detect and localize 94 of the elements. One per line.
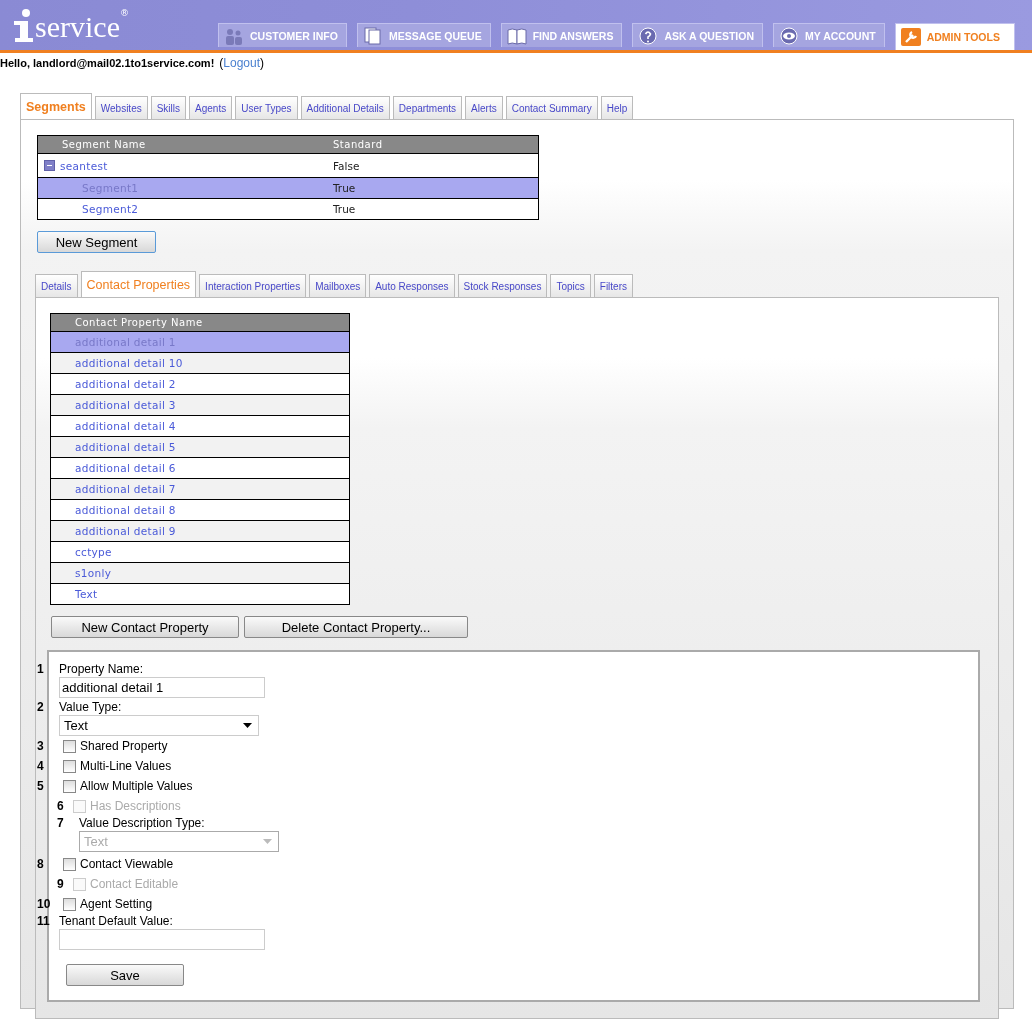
standard-value: False bbox=[333, 159, 360, 172]
book-icon bbox=[506, 26, 527, 45]
field-label: Property Name: bbox=[59, 662, 145, 677]
segment-name: Segment2 bbox=[82, 203, 139, 215]
input-field[interactable]: additional detail 1 bbox=[59, 677, 265, 698]
segment-row[interactable]: seantest False bbox=[38, 154, 538, 177]
segment-name: seantest bbox=[60, 159, 108, 172]
property-row[interactable]: additional detail 10 bbox=[51, 352, 349, 373]
property-name: additional detail 6 bbox=[75, 462, 176, 474]
step-number: 9 bbox=[56, 876, 65, 891]
paren-text: ) bbox=[260, 56, 264, 70]
tab[interactable]: Help bbox=[600, 96, 634, 119]
property-name: additional detail 4 bbox=[75, 420, 176, 432]
checkbox-label: Shared Property bbox=[80, 739, 168, 753]
step-number: 1 bbox=[36, 662, 45, 676]
people-icon bbox=[224, 26, 244, 45]
pages-icon bbox=[362, 26, 383, 45]
tab[interactable]: Mailboxes bbox=[309, 274, 367, 297]
save-button[interactable]: Save bbox=[66, 964, 184, 986]
delete-property-button[interactable]: Delete Contact Property... bbox=[244, 616, 468, 638]
checkbox-label: Has Descriptions bbox=[90, 799, 181, 813]
property-name: additional detail 2 bbox=[75, 378, 176, 390]
property-name: additional detail 8 bbox=[75, 504, 176, 516]
column-header: Standard bbox=[333, 139, 383, 150]
property-row[interactable]: additional detail 9 bbox=[51, 520, 349, 541]
logo-icon bbox=[12, 8, 34, 42]
step-number: 8 bbox=[36, 856, 45, 871]
select-field[interactable]: Text bbox=[59, 715, 259, 736]
tab[interactable]: Agents bbox=[189, 96, 233, 119]
wrench-icon bbox=[900, 28, 921, 46]
tab[interactable]: User Types bbox=[235, 96, 298, 119]
step-number: 5 bbox=[36, 778, 45, 793]
new-segment-button[interactable]: New Segment bbox=[37, 231, 156, 253]
property-name: additional detail 9 bbox=[75, 525, 176, 537]
column-header: Contact Property Name bbox=[74, 317, 204, 328]
dropdown-caret-icon bbox=[263, 839, 272, 844]
property-name: additional detail 3 bbox=[75, 399, 176, 411]
checkbox-label: Contact Editable bbox=[90, 877, 179, 891]
step-number: 3 bbox=[36, 738, 45, 753]
checkbox[interactable] bbox=[63, 739, 76, 753]
property-row[interactable]: additional detail 5 bbox=[51, 436, 349, 457]
property-name: s1only bbox=[75, 567, 112, 579]
dropdown-caret-icon bbox=[243, 723, 252, 728]
step-number: 10 bbox=[36, 896, 52, 911]
step-number: 7 bbox=[56, 816, 65, 830]
checkbox[interactable] bbox=[63, 779, 76, 793]
property-name: additional detail 5 bbox=[75, 441, 176, 453]
tab[interactable]: Details bbox=[35, 274, 78, 297]
step-number: 2 bbox=[36, 700, 45, 714]
property-name: additional detail 10 bbox=[75, 357, 183, 369]
registered-mark: ® bbox=[119, 8, 129, 18]
field-label: Value Type: bbox=[59, 700, 123, 715]
tab[interactable]: Departments bbox=[392, 96, 463, 119]
tab[interactable]: Websites bbox=[94, 96, 148, 119]
new-property-button[interactable]: New Contact Property bbox=[51, 616, 239, 638]
step-number: 11 bbox=[36, 914, 51, 928]
checkbox-label: Agent Setting bbox=[80, 897, 153, 911]
checkbox[interactable] bbox=[63, 759, 76, 773]
greeting-text: Hello, landlord@mail02.1to1service.com! bbox=[0, 57, 215, 69]
tab[interactable]: Topics bbox=[550, 274, 591, 297]
step-number: 6 bbox=[56, 798, 65, 813]
column-header: Segment Name bbox=[61, 139, 147, 150]
property-row[interactable]: additional detail 3 bbox=[51, 394, 349, 415]
segment-row[interactable]: Segment2 True bbox=[38, 198, 538, 219]
tab[interactable]: Contact Summary bbox=[505, 96, 598, 119]
checkbox[interactable] bbox=[63, 857, 76, 871]
property-name: cctype bbox=[75, 546, 112, 558]
field-label: Tenant Default Value: bbox=[59, 914, 174, 929]
logout-link[interactable]: Logout bbox=[223, 56, 260, 70]
logo-text: service bbox=[35, 12, 120, 42]
tab[interactable]: Stock Responses bbox=[457, 274, 548, 297]
standard-value: True bbox=[333, 182, 356, 194]
property-row[interactable]: s1only bbox=[51, 562, 349, 583]
paren-text: ( bbox=[219, 56, 224, 70]
field-label: Value Description Type: bbox=[79, 816, 206, 831]
checkbox[interactable] bbox=[63, 897, 76, 911]
property-name: additional detail 7 bbox=[75, 483, 176, 495]
collapse-toggle[interactable] bbox=[44, 160, 55, 171]
property-name: Text bbox=[75, 588, 98, 600]
checkbox-label: Allow Multiple Values bbox=[80, 779, 193, 793]
tab[interactable]: Auto Responses bbox=[369, 274, 455, 297]
tab[interactable]: Interaction Properties bbox=[199, 274, 307, 297]
tab[interactable]: Additional Details bbox=[300, 96, 390, 119]
step-number: 4 bbox=[36, 758, 45, 773]
checkbox-label: Contact Viewable bbox=[80, 857, 174, 871]
property-row[interactable]: additional detail 7 bbox=[51, 478, 349, 499]
standard-value: True bbox=[333, 203, 356, 215]
eye-icon bbox=[779, 26, 800, 45]
input-field[interactable] bbox=[59, 929, 265, 950]
tab[interactable]: Alerts bbox=[465, 96, 503, 119]
checkbox-label: Multi-Line Values bbox=[80, 759, 172, 773]
tab[interactable]: Filters bbox=[593, 274, 633, 297]
question-icon bbox=[638, 26, 659, 45]
tab[interactable]: Skills bbox=[150, 96, 187, 119]
